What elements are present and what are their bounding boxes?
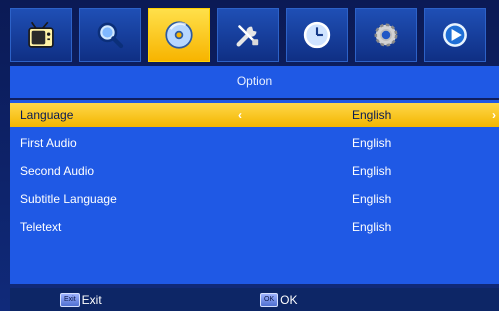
chevron-right-icon[interactable]: › — [492, 103, 496, 127]
tab-tv[interactable] — [10, 8, 72, 62]
tab-search[interactable] — [79, 8, 141, 62]
tab-settings[interactable] — [355, 8, 417, 62]
divider — [10, 98, 499, 100]
tab-media[interactable] — [424, 8, 486, 62]
option-value: English — [352, 220, 392, 234]
exit-hint[interactable]: Exit Exit — [60, 291, 102, 308]
ok-hint[interactable]: OK OK — [260, 291, 297, 308]
clock-icon — [303, 21, 331, 49]
option-panel: Option Language ‹ English › First Audio … — [10, 66, 499, 284]
option-value: English — [352, 108, 392, 122]
option-value: English — [352, 136, 392, 150]
tab-tools[interactable] — [217, 8, 279, 62]
option-label: Subtitle Language — [20, 192, 117, 206]
option-row-second-audio[interactable]: Second Audio English — [10, 159, 499, 183]
option-label: Language — [20, 108, 74, 122]
option-list: Language ‹ English › First Audio English… — [10, 103, 499, 243]
gear-icon — [374, 23, 398, 47]
tab-time[interactable] — [286, 8, 348, 62]
option-value: English — [352, 164, 392, 178]
page-title: Option — [236, 74, 273, 88]
top-tab-bar — [10, 8, 499, 62]
option-label: Teletext — [20, 220, 62, 234]
exit-label: Exit — [81, 292, 102, 307]
search-icon — [97, 22, 124, 49]
tv-icon — [28, 21, 54, 48]
option-value: English — [352, 192, 392, 206]
option-label: First Audio — [20, 136, 77, 150]
option-row-subtitle-language[interactable]: Subtitle Language English — [10, 187, 499, 211]
ok-key-icon: OK — [260, 292, 279, 307]
chevron-left-icon[interactable]: ‹ — [238, 103, 242, 127]
option-label: Second Audio — [20, 164, 95, 178]
help-bar: Exit Exit OK OK — [10, 288, 499, 311]
menu-screen: Option Language ‹ English › First Audio … — [0, 0, 499, 311]
play-icon — [443, 23, 467, 47]
tab-disc[interactable] — [148, 8, 210, 62]
option-row-language[interactable]: Language ‹ English › — [10, 103, 499, 127]
tools-icon — [236, 25, 259, 47]
option-row-teletext[interactable]: Teletext English — [10, 215, 499, 239]
disc-icon — [165, 21, 193, 49]
option-row-first-audio[interactable]: First Audio English — [10, 131, 499, 155]
ok-label: OK — [280, 292, 298, 307]
exit-key-icon: Exit — [60, 292, 80, 307]
